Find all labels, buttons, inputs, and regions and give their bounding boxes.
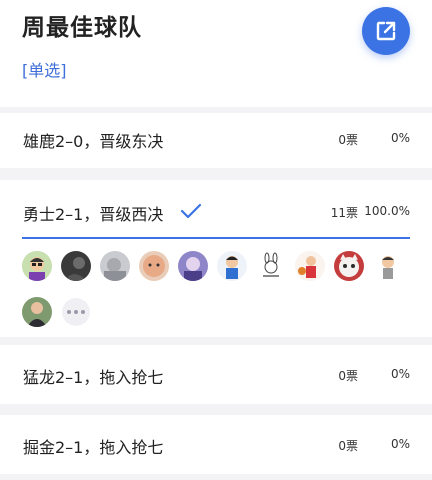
avatar-white-cat [334,251,364,281]
option-percent: 0% [390,367,410,381]
option-percent: 0% [390,131,410,145]
voter-avatar[interactable] [373,251,403,281]
voter-avatar[interactable] [334,251,364,281]
option-label: 勇士2–1，晋级西决 [23,205,164,224]
avatar-baby-face [139,251,169,281]
option-votes: 0票 [338,439,358,453]
option-label: 猛龙2–1，拖入抢七 [23,368,164,387]
more-dots-icon [74,310,78,314]
option-votes: 0票 [338,369,358,383]
voter-avatar[interactable] [217,251,247,281]
vote-progress-bar [22,237,410,239]
voter-avatar[interactable] [22,297,52,327]
share-button[interactable] [362,7,410,55]
avatar-dark-photo [61,251,91,281]
avatar-cartoon-boy [373,251,403,281]
option-label: 掘金2–1，拖入抢七 [23,438,164,457]
voter-avatar[interactable] [295,251,325,281]
poll-option-bucks[interactable]: 雄鹿2–0，晋级东决 0票 0% [0,113,432,168]
avatar-purple-glow [178,251,208,281]
voter-avatar[interactable] [22,251,52,281]
poll-option-nuggets[interactable]: 掘金2–1，拖入抢七 0票 0% [0,415,432,474]
option-percent: 100.0% [364,204,410,218]
option-percent: 0% [390,437,410,451]
avatar-basketball-player [295,251,325,281]
option-label: 雄鹿2–0，晋级东决 [23,132,164,151]
avatar-gray-photo [100,251,130,281]
voter-avatar[interactable] [61,251,91,281]
avatar-suited-man [22,297,52,327]
poll-title: 周最佳球队 [22,15,142,41]
share-external-icon [376,21,396,41]
poll-option-warriors[interactable]: 勇士2–1，晋级西决 11票 100.0% [0,180,432,337]
more-dots-icon [67,310,71,314]
poll-option-raptors[interactable]: 猛龙2–1，拖入抢七 0票 0% [0,345,432,404]
avatar-rabbit-sketch [256,251,286,281]
avatar-cartoon-green [22,251,52,281]
avatar-blue-cartoon [217,251,247,281]
option-votes: 0票 [338,133,358,147]
more-voters-button[interactable] [62,298,90,326]
poll-type-label: [单选] [22,61,67,80]
voter-avatar[interactable] [139,251,169,281]
more-dots-icon [81,310,85,314]
option-votes: 11票 [330,206,358,220]
vote-progress-fill [22,237,410,239]
voter-avatar[interactable] [178,251,208,281]
checkmark-icon [180,203,202,219]
poll-header: 周最佳球队 [单选] [0,0,432,107]
voter-avatar[interactable] [256,251,286,281]
voter-avatar[interactable] [100,251,130,281]
